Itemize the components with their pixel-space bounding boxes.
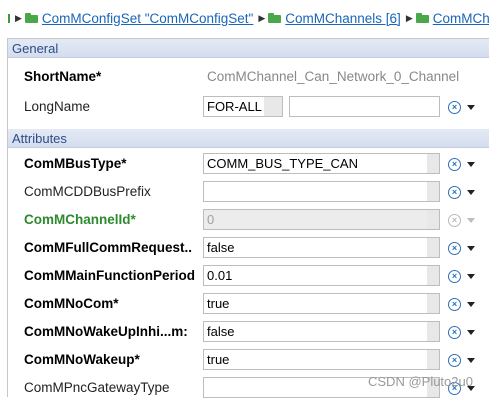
attr-row: ComMNoCom* true × xyxy=(8,290,489,318)
attr-actions: × xyxy=(448,212,478,228)
triangle-down-icon xyxy=(467,217,475,223)
triangle-down-icon[interactable] xyxy=(467,189,475,195)
bus-type-select[interactable]: COMM_BUS_TYPE_CAN xyxy=(203,153,440,174)
long-name-label: LongName xyxy=(24,99,91,114)
attr-actions: × xyxy=(448,324,478,340)
attr-value: 0 xyxy=(207,212,215,227)
long-name-language-value: FOR-ALL xyxy=(207,99,262,114)
attr-row: ComMCDDBusPrefix × xyxy=(8,178,489,206)
breadcrumb-item-channels[interactable]: ComMChannels [6] xyxy=(268,11,405,26)
watermark: CSDN @Pluto2u0 xyxy=(368,374,473,389)
attr-value: COMM_BUS_TYPE_CAN xyxy=(207,156,358,171)
attr-label: ComMNoWakeup* xyxy=(24,352,140,367)
attr-label: ComMNoWakeUpInhi...m: xyxy=(24,324,188,339)
attr-value: 0.01 xyxy=(207,268,233,283)
long-name-text-field[interactable] xyxy=(289,96,440,117)
breadcrumb-link[interactable]: ComMConfigSet "ComMConfigSet" xyxy=(42,11,253,26)
no-wakeup-field[interactable]: true xyxy=(203,349,440,370)
circle-x-icon[interactable]: × xyxy=(448,325,461,339)
long-name-actions: × xyxy=(448,99,478,115)
circle-x-icon[interactable]: × xyxy=(448,100,461,114)
attr-row: ComMChannelId* 0 × xyxy=(8,206,489,234)
section-header-general[interactable]: General xyxy=(8,39,489,58)
attr-actions: × xyxy=(448,240,478,256)
field-grip xyxy=(264,97,282,116)
row-short-name: ShortName* ComMChannel_Can_Network_0_Cha… xyxy=(8,63,489,91)
breadcrumb-separator-icon: ▶ xyxy=(405,12,413,23)
field-grip xyxy=(427,154,439,173)
triangle-down-icon[interactable] xyxy=(467,245,475,251)
field-grip xyxy=(427,210,439,229)
circle-x-icon[interactable]: × xyxy=(448,241,461,255)
attr-label: ComMChannelId* xyxy=(24,212,136,227)
attr-label: ComMCDDBusPrefix xyxy=(24,184,151,199)
attr-value: false xyxy=(207,324,235,339)
field-grip xyxy=(427,322,439,341)
circle-x-icon[interactable]: × xyxy=(448,269,461,283)
attr-value: true xyxy=(207,352,230,367)
circle-x-icon[interactable]: × xyxy=(448,297,461,311)
circle-x-icon: × xyxy=(448,213,461,227)
breadcrumb-separator-icon: ▶ xyxy=(258,12,266,23)
attr-value: false xyxy=(207,240,235,255)
breadcrumb-item-channel[interactable]: ComMCh xyxy=(415,11,489,26)
full-comm-request-field[interactable]: false xyxy=(203,237,440,258)
field-grip xyxy=(427,238,439,257)
attr-row: ComMFullCommRequest.. false × xyxy=(8,234,489,262)
triangle-down-icon[interactable] xyxy=(467,104,475,110)
field-grip xyxy=(427,350,439,369)
field-grip xyxy=(427,294,439,313)
circle-x-icon[interactable]: × xyxy=(448,353,461,367)
section-header-attributes[interactable]: Attributes xyxy=(8,129,489,148)
channel-id-field: 0 xyxy=(203,209,440,230)
container-icon xyxy=(8,13,10,23)
folder-icon xyxy=(24,13,38,23)
triangle-down-icon[interactable] xyxy=(467,301,475,307)
breadcrumb-link[interactable]: ComMCh xyxy=(433,11,489,26)
folder-icon xyxy=(415,13,429,23)
attr-label: ComMMainFunctionPeriod xyxy=(24,268,195,283)
attr-label: ComMBusType* xyxy=(24,156,127,171)
attr-label: ComMFullCommRequest.. xyxy=(24,240,193,255)
attr-row: ComMNoWakeup* true × xyxy=(8,346,489,374)
triangle-down-icon[interactable] xyxy=(467,161,475,167)
attr-label: ComMPncGatewayType xyxy=(24,380,170,395)
no-wakeup-inhibition-field[interactable]: false xyxy=(203,321,440,342)
breadcrumb: ▶ ComMConfigSet "ComMConfigSet" ▶ ComMCh… xyxy=(0,0,489,36)
attr-actions: × xyxy=(448,296,478,312)
short-name-label: ShortName* xyxy=(24,69,102,84)
circle-x-icon[interactable]: × xyxy=(448,157,461,171)
breadcrumb-item-config-set[interactable]: ComMConfigSet "ComMConfigSet" xyxy=(24,11,257,26)
breadcrumb-link[interactable]: ComMChannels [6] xyxy=(285,11,401,26)
properties-panel: General ShortName* ComMChannel_Can_Netwo… xyxy=(7,38,489,398)
main-function-period-field[interactable]: 0.01 xyxy=(203,265,440,286)
attr-row: ComMNoWakeUpInhi...m: false × xyxy=(8,318,489,346)
attr-actions: × xyxy=(448,156,478,172)
attr-row: ComMMainFunctionPeriod 0.01 × xyxy=(8,262,489,290)
attr-actions: × xyxy=(448,352,478,368)
triangle-down-icon[interactable] xyxy=(467,329,475,335)
row-long-name: LongName FOR-ALL × xyxy=(8,93,489,121)
long-name-language-field[interactable]: FOR-ALL xyxy=(203,96,283,117)
short-name-value[interactable]: ComMChannel_Can_Network_0_Channel xyxy=(207,63,459,91)
field-grip xyxy=(427,182,439,201)
triangle-down-icon[interactable] xyxy=(467,357,475,363)
no-com-field[interactable]: true xyxy=(203,293,440,314)
attr-label: ComMNoCom* xyxy=(24,296,119,311)
attr-row: ComMBusType* COMM_BUS_TYPE_CAN × xyxy=(8,150,489,178)
cdd-bus-prefix-field[interactable] xyxy=(203,181,440,202)
triangle-down-icon[interactable] xyxy=(467,273,475,279)
attr-actions: × xyxy=(448,184,478,200)
folder-icon xyxy=(268,13,282,23)
breadcrumb-separator-icon: ▶ xyxy=(15,12,22,23)
attr-actions: × xyxy=(448,268,478,284)
attr-value: true xyxy=(207,296,230,311)
field-grip xyxy=(427,266,439,285)
circle-x-icon[interactable]: × xyxy=(448,185,461,199)
